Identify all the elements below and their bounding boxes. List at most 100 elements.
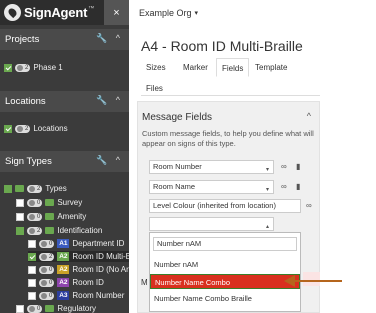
folder-icon — [15, 185, 24, 192]
location-label: Locations — [33, 124, 68, 133]
projects-header[interactable]: Projects 🔧 ^ — [0, 29, 129, 50]
checkbox[interactable] — [28, 252, 36, 261]
chevron-up-icon[interactable]: ^ — [307, 111, 311, 121]
chevron-down-icon: ▾ — [265, 187, 269, 193]
locations-heading: Locations — [5, 96, 46, 107]
checkbox[interactable] — [16, 304, 24, 313]
sign-tag: A2 — [57, 278, 70, 287]
brand-bar: SignAgent ™ × — [0, 0, 129, 25]
checkbox[interactable] — [4, 184, 12, 193]
tree-item[interactable]: 0 A2 Room ID — [28, 277, 104, 288]
tab-fields[interactable]: Fields — [216, 58, 250, 77]
tree-item[interactable]: 2 Identification — [16, 225, 102, 236]
checkbox[interactable] — [28, 278, 36, 287]
folder-icon — [45, 213, 55, 220]
close-sidebar-button[interactable]: × — [104, 0, 129, 25]
tree-label: Room ID Multi-Bra — [72, 252, 129, 261]
tab-marker[interactable]: Marker — [178, 58, 213, 77]
tab-template[interactable]: Template — [250, 58, 292, 77]
tree-label: Department ID — [72, 239, 125, 248]
count-pill: 0 — [39, 239, 55, 248]
checkbox[interactable] — [28, 291, 36, 300]
tree-item[interactable]: 0 Survey — [16, 197, 82, 208]
chevron-down-icon: ▾ — [265, 167, 269, 173]
tree-label: Regulatory — [57, 304, 97, 313]
dropdown-option[interactable]: Number Name Combo Braille — [150, 291, 300, 306]
folder-icon — [45, 305, 55, 312]
tree-item[interactable]: 0 Amenity — [16, 211, 86, 222]
folder-icon — [45, 199, 55, 206]
chevron-down-icon: ▾ — [194, 9, 199, 17]
sign-tag: A2 — [57, 252, 70, 261]
section-label-partial: M — [141, 278, 148, 287]
tree-label: Types — [45, 184, 67, 193]
locations-tools-icon[interactable]: 🔧 ^ — [96, 95, 123, 106]
org-name: Example Org — [139, 7, 192, 18]
location-item[interactable]: 2 Locations — [4, 123, 68, 134]
brand-tm: ™ — [88, 6, 95, 12]
tree-item[interactable]: 2 Types — [4, 183, 67, 194]
tree-label: Room ID — [72, 278, 104, 287]
field-value: Room Name — [153, 182, 196, 191]
count-pill: 2 — [27, 184, 43, 193]
field-select-new[interactable]: ▴ — [149, 217, 274, 231]
tree-label: Survey — [57, 198, 83, 207]
field-select-room-number[interactable]: Room Number ▾ — [149, 160, 274, 174]
trash-icon[interactable]: ▮ — [296, 162, 300, 171]
sign-tag: A1 — [57, 239, 70, 248]
project-item[interactable]: 2 Phase 1 — [4, 62, 63, 73]
count-pill: 2 — [15, 63, 31, 72]
signtypes-tools-icon[interactable]: 🔧 ^ — [96, 155, 123, 166]
count-pill: 0 — [39, 278, 55, 287]
checkbox[interactable] — [28, 239, 36, 248]
count-pill: 0 — [27, 304, 43, 313]
dropdown-option-highlighted[interactable]: Number Name Combo — [150, 274, 300, 289]
count-pill: 0 — [27, 198, 43, 207]
signtypes-heading: Sign Types — [5, 156, 52, 167]
checkbox[interactable] — [4, 63, 12, 72]
panel-title: Message Fields — [142, 112, 213, 123]
tree-item[interactable]: 0 A1 Department ID — [28, 238, 124, 249]
field-value: Room Number — [153, 162, 202, 171]
projects-tools-icon[interactable]: 🔧 ^ — [96, 33, 123, 44]
tree-item[interactable]: 0 A2 Room ID (No Art — [28, 264, 129, 275]
page-title: A4 - Room ID Multi-Braille — [141, 38, 303, 54]
dropdown-option[interactable]: Number nAM — [150, 257, 300, 272]
count-pill: 0 — [39, 291, 55, 300]
checkbox[interactable] — [16, 198, 24, 207]
checkbox[interactable] — [16, 212, 24, 221]
signtypes-header[interactable]: Sign Types 🔧 ^ — [0, 151, 129, 172]
org-switcher[interactable]: Example Org ▾ — [129, 0, 376, 25]
link-icon[interactable]: ∞ — [306, 201, 312, 210]
link-icon[interactable]: ∞ — [281, 162, 287, 171]
annotation-arrow-icon — [284, 275, 342, 287]
projects-heading: Projects — [5, 34, 40, 45]
tab-sizes[interactable]: Sizes — [141, 58, 171, 77]
trash-icon[interactable]: ▮ — [296, 182, 300, 191]
sign-tag: A3 — [57, 291, 70, 300]
sign-tag: A2 — [57, 265, 70, 274]
tree-item-selected[interactable]: 2 A2 Room ID Multi-Bra — [28, 251, 129, 262]
count-pill: 0 — [39, 265, 55, 274]
signagent-logo-icon — [4, 4, 21, 21]
locations-header[interactable]: Locations 🔧 ^ — [0, 91, 129, 112]
checkbox[interactable] — [28, 265, 36, 274]
field-select-level-colour[interactable]: Level Colour (inherited from location) — [149, 199, 301, 213]
tree-label: Room ID (No Art — [72, 265, 129, 274]
sidebar: SignAgent ™ × Projects 🔧 ^ 2 Phase 1 Loc… — [0, 0, 129, 313]
checkbox[interactable] — [4, 124, 12, 133]
folder-icon — [45, 227, 55, 234]
project-label: Phase 1 — [33, 63, 63, 72]
brand-name: SignAgent — [24, 5, 88, 20]
field-value: Level Colour (inherited from location) — [153, 201, 276, 210]
tree-item[interactable]: 0 Regulatory — [16, 303, 96, 313]
panel-description: Custom message fields, to help you defin… — [142, 129, 314, 148]
count-pill: 2 — [39, 252, 55, 261]
field-select-room-name[interactable]: Room Name ▾ — [149, 180, 274, 194]
dropdown-search-input[interactable]: Number nAM — [153, 237, 297, 251]
field-dropdown: Number nAM Number nAM Number Name Combo … — [149, 232, 301, 312]
link-icon[interactable]: ∞ — [281, 182, 287, 191]
count-pill: 2 — [27, 226, 43, 235]
checkbox[interactable] — [16, 226, 24, 235]
tree-item[interactable]: 0 A3 Room Number — [28, 290, 124, 301]
